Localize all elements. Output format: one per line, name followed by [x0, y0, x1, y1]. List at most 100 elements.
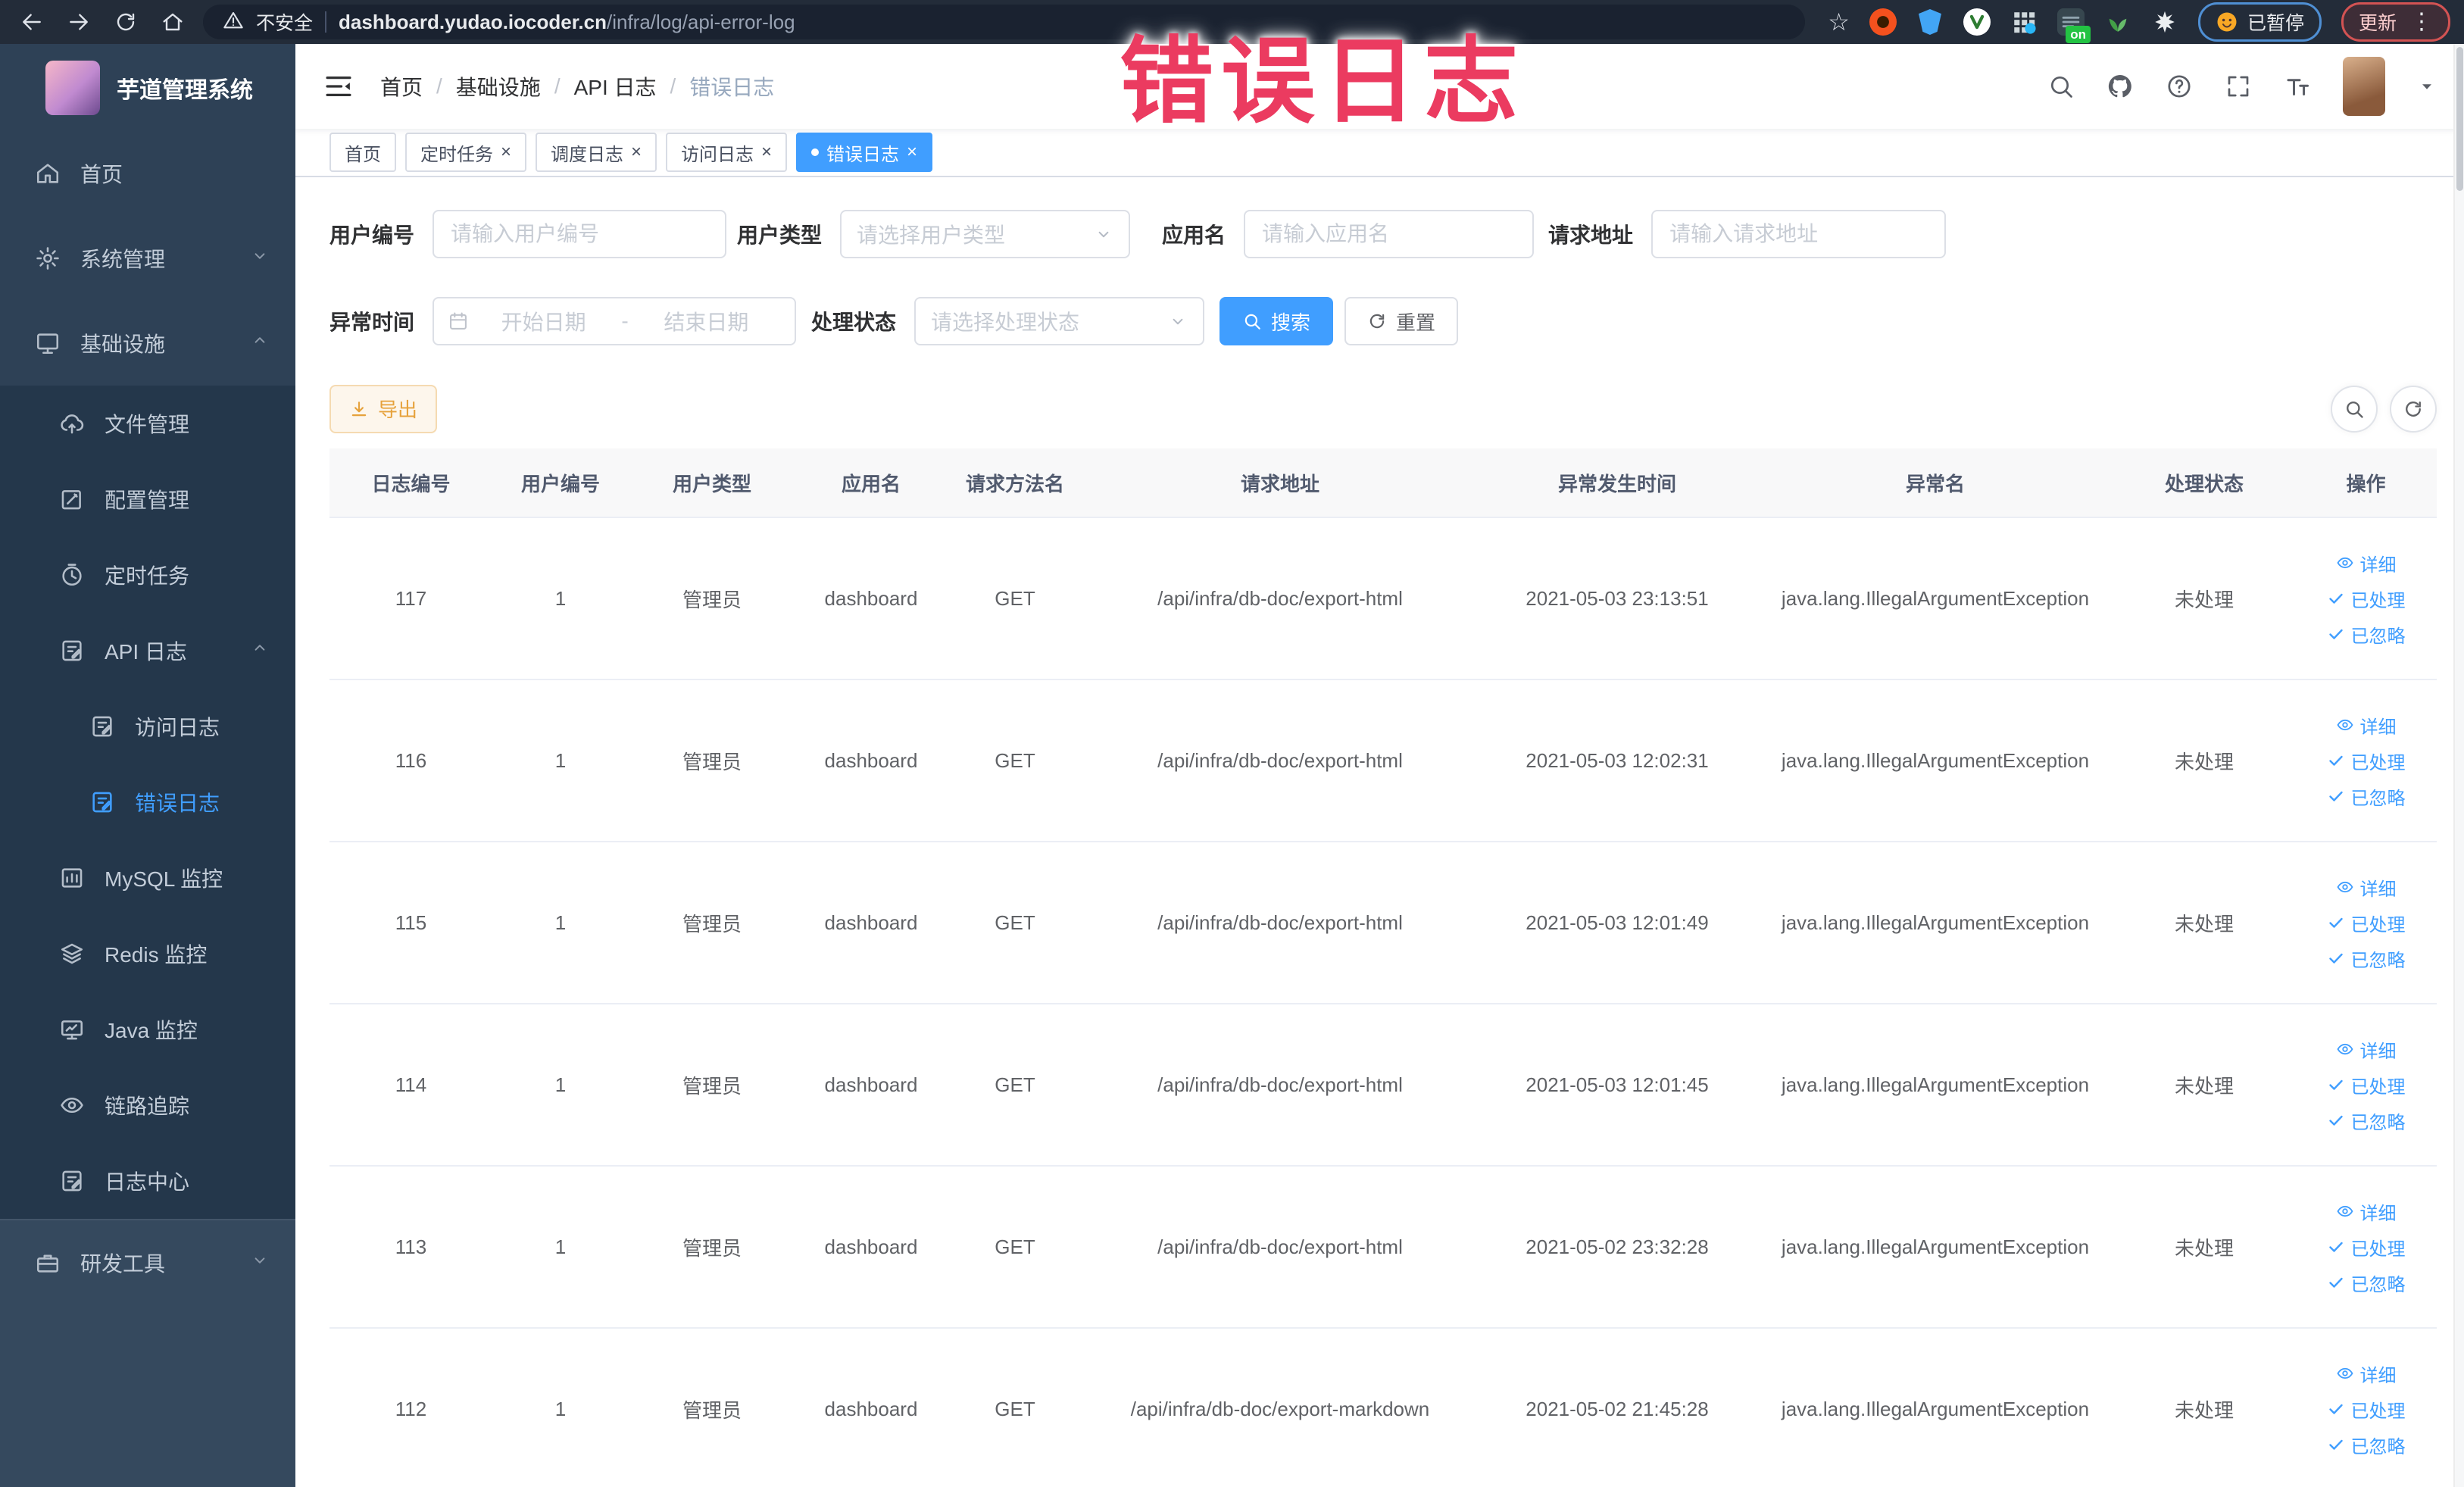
tab-scheduled-tasks[interactable]: 定时任务 × [405, 133, 527, 172]
help-icon[interactable] [2166, 73, 2193, 100]
eye-sm-icon [2337, 719, 2353, 731]
breadcrumb-infrastructure[interactable]: 基础设施 [456, 71, 541, 102]
close-icon[interactable]: × [761, 143, 772, 161]
tab-label: 定时任务 [420, 144, 493, 165]
sidebar-item-trace[interactable]: 链路追踪 [0, 1067, 295, 1143]
security-label[interactable]: 不安全 [256, 8, 313, 36]
detail-link[interactable]: 详细 [2336, 874, 2397, 901]
processed-link[interactable]: 已处理 [2327, 1072, 2406, 1098]
actions-cell: 详细 已处理 已忽略 [2295, 1004, 2437, 1167]
extension-shield-icon[interactable] [1916, 8, 1944, 36]
extension-puzzle-icon[interactable] [2151, 8, 2178, 36]
ignored-link[interactable]: 已忽略 [2327, 783, 2406, 810]
ignored-link[interactable]: 已忽略 [2327, 621, 2406, 648]
user-id-input[interactable] [433, 210, 727, 258]
detail-link[interactable]: 详细 [2336, 1198, 2397, 1225]
sidebar-item-access-log[interactable]: 访问日志 [0, 689, 295, 764]
browser-menu-icon[interactable]: ⋮ [2410, 11, 2433, 33]
main-panel: 用户编号 用户类型 请选择用户类型 应用名 请求地址 异常时间 开始日期 - 结… [295, 177, 2464, 1487]
sidebar-item-scheduled-tasks[interactable]: 定时任务 [0, 537, 295, 613]
sidebar-item-mysql-monitor[interactable]: MySQL 监控 [0, 840, 295, 916]
sidebar-item-label: 首页 [80, 163, 123, 186]
page-scrollbar[interactable] [2453, 44, 2464, 1487]
update-button[interactable]: 更新 ⋮ [2341, 2, 2450, 42]
eye-icon [61, 1097, 83, 1114]
browser-back-icon[interactable] [17, 7, 47, 37]
sidebar-item-java-monitor[interactable]: Java 监控 [0, 992, 295, 1067]
scrollbar-thumb[interactable] [2456, 47, 2463, 191]
close-icon[interactable]: × [631, 143, 642, 161]
breadcrumb-home[interactable]: 首页 [380, 71, 423, 102]
sidebar-item-error-log[interactable]: 错误日志 [0, 764, 295, 840]
extension-badge: on [2066, 26, 2091, 43]
search-button[interactable]: 搜索 [1220, 297, 1334, 345]
filter-row-1: 用户编号 用户类型 请选择用户类型 应用名 请求地址 [329, 210, 2437, 258]
detail-link[interactable]: 详细 [2336, 712, 2397, 739]
check-sm-icon [2328, 1115, 2343, 1126]
ignored-link[interactable]: 已忽略 [2327, 945, 2406, 972]
fold-sidebar-icon[interactable] [323, 70, 354, 102]
detail-link[interactable]: 详细 [2336, 1360, 2397, 1387]
browser-home-icon[interactable] [158, 7, 188, 37]
breadcrumb-api-log[interactable]: API 日志 [574, 71, 657, 102]
font-size-icon[interactable] [2284, 73, 2311, 100]
extension-grid-icon[interactable] [2010, 8, 2038, 36]
processed-link[interactable]: 已处理 [2327, 1396, 2406, 1423]
close-icon[interactable]: × [501, 143, 511, 161]
fullscreen-icon[interactable] [2225, 73, 2252, 100]
process-status-select[interactable]: 请选择处理状态 [914, 297, 1205, 345]
tab-home[interactable]: 首页 [329, 133, 396, 172]
chevron-down-icon[interactable] [2417, 77, 2437, 96]
app-name-input[interactable] [1244, 210, 1535, 258]
tab-error-log[interactable]: 错误日志 × [796, 133, 933, 172]
export-button[interactable]: 导出 [329, 384, 438, 433]
ignored-link[interactable]: 已忽略 [2327, 1107, 2406, 1134]
sidebar-item-infrastructure[interactable]: 基础设施 [0, 301, 295, 386]
address-bar[interactable]: 不安全 dashboard.yudao.iocoder.cn/infra/log… [203, 5, 1806, 39]
sidebar-item-log-center[interactable]: 日志中心 [0, 1143, 295, 1219]
end-date-placeholder: 结束日期 [664, 311, 749, 334]
sidebar-item-config-management[interactable]: 配置管理 [0, 461, 295, 537]
sidebar-item-home[interactable]: 首页 [0, 131, 295, 216]
ignored-link[interactable]: 已忽略 [2327, 1270, 2406, 1296]
close-icon[interactable]: × [907, 143, 917, 161]
processed-link[interactable]: 已处理 [2327, 910, 2406, 936]
search-icon[interactable] [2047, 73, 2075, 100]
breadcrumb-separator: / [554, 74, 561, 98]
app-logo[interactable]: 芋道管理系统 [0, 44, 295, 131]
reset-button[interactable]: 重置 [1344, 297, 1459, 345]
table-cell: java.lang.IllegalArgumentException [1757, 679, 2113, 842]
extension-plant-icon[interactable] [2104, 8, 2131, 36]
refresh-table-button[interactable] [2390, 385, 2437, 433]
sidebar-item-system-management[interactable]: 系统管理 [0, 216, 295, 301]
ignored-link[interactable]: 已忽略 [2327, 1432, 2406, 1458]
sidebar-item-redis-monitor[interactable]: Redis 监控 [0, 916, 295, 992]
download-icon [351, 401, 367, 416]
browser-forward-icon[interactable] [64, 7, 94, 37]
layers-icon [59, 941, 85, 967]
processed-link[interactable]: 已处理 [2327, 748, 2406, 774]
exception-time-range-picker[interactable]: 开始日期 - 结束日期 [433, 297, 797, 345]
request-url-input[interactable] [1651, 210, 1947, 258]
detail-link[interactable]: 详细 [2336, 1036, 2397, 1063]
extension-onoff-icon[interactable]: on [2056, 8, 2091, 43]
github-icon[interactable] [2106, 73, 2134, 100]
tab-schedule-log[interactable]: 调度日志 × [536, 133, 657, 172]
processed-link[interactable]: 已处理 [2327, 1234, 2406, 1261]
bookmark-star-icon[interactable]: ☆ [1828, 10, 1850, 34]
paused-badge[interactable]: 已暂停 [2197, 2, 2322, 42]
extension-orange-icon[interactable] [1869, 8, 1897, 36]
toggle-search-button[interactable] [2331, 385, 2378, 433]
table-row: 116 1 管理员 dashboard GET/api/infra/db-doc/exp… [329, 679, 2437, 842]
sidebar-item-dev-tools[interactable]: 研发工具 [0, 1220, 295, 1305]
detail-link[interactable]: 详细 [2336, 550, 2397, 576]
user-avatar[interactable] [2343, 57, 2385, 116]
browser-reload-icon[interactable] [111, 7, 141, 37]
user-type-select[interactable]: 请选择用户类型 [840, 210, 1131, 258]
sidebar-item-file-management[interactable]: 文件管理 [0, 386, 295, 461]
processed-link[interactable]: 已处理 [2327, 586, 2406, 612]
sidebar-item-api-log[interactable]: API 日志 [0, 613, 295, 689]
tab-access-log[interactable]: 访问日志 × [666, 133, 788, 172]
table-cell: /api/infra/db-doc/export-markdown [1083, 1328, 1477, 1487]
extension-v-icon[interactable] [1963, 8, 1991, 36]
